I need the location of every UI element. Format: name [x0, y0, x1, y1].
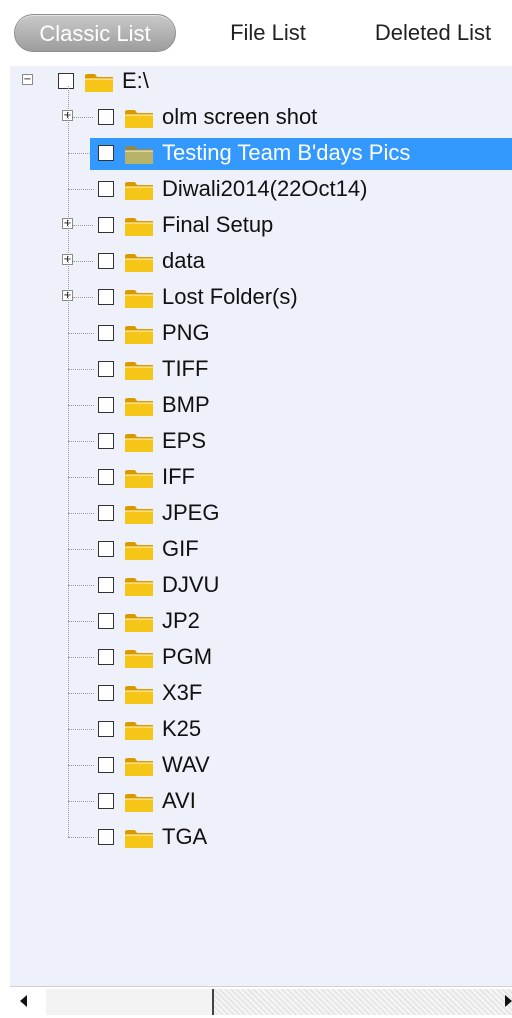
tree-connector-line [68, 369, 94, 370]
folder-icon [124, 359, 154, 381]
folder-checkbox[interactable] [98, 613, 114, 629]
folder-checkbox[interactable] [98, 181, 114, 197]
tree-connector-line [68, 729, 94, 730]
folder-label: TIFF [162, 356, 209, 381]
folder-checkbox[interactable] [98, 397, 114, 413]
folder-checkbox[interactable] [58, 73, 74, 89]
folder-label: DJVU [162, 572, 220, 597]
minus-box-icon[interactable]: − [22, 74, 33, 85]
folder-icon [124, 503, 154, 525]
folder-checkbox[interactable] [98, 721, 114, 737]
tree-connector-line [68, 837, 94, 838]
tree-connector-line [68, 405, 94, 406]
tab-file-list[interactable]: File List [210, 14, 326, 52]
arrow-left-icon[interactable] [20, 995, 27, 1007]
folder-checkbox[interactable] [98, 361, 114, 377]
arrow-right-icon[interactable] [505, 995, 512, 1007]
tree-connector-line [68, 693, 94, 694]
folder-icon [124, 683, 154, 705]
folder-checkbox[interactable] [98, 829, 114, 845]
folder-icon [124, 539, 154, 561]
folder-checkbox[interactable] [98, 217, 114, 233]
tree-connector-line [68, 513, 94, 514]
tree-connector-line [73, 117, 93, 118]
folder-icon [124, 143, 154, 165]
folder-icon [124, 647, 154, 669]
folder-label: olm screen shot [162, 104, 318, 129]
folder-label: PGM [162, 644, 213, 669]
folder-checkbox[interactable] [98, 325, 114, 341]
folder-checkbox[interactable] [98, 433, 114, 449]
folder-label: BMP [162, 392, 210, 417]
folder-checkbox[interactable] [98, 469, 114, 485]
tree-root[interactable]: − E:\ [10, 66, 512, 96]
folder-label: GIF [162, 536, 199, 561]
folder-checkbox[interactable] [98, 757, 114, 773]
tree-connector-line [68, 441, 94, 442]
folder-checkbox[interactable] [98, 145, 114, 161]
tree-connector-line [68, 585, 94, 586]
tree-connector-line [68, 86, 69, 837]
folder-checkbox[interactable] [98, 253, 114, 269]
folder-checkbox[interactable] [98, 685, 114, 701]
tab-deleted-list[interactable]: Deleted List [360, 14, 506, 52]
folder-icon [124, 287, 154, 309]
folder-label: Lost Folder(s) [162, 284, 298, 309]
tree-connector-line [68, 477, 94, 478]
folder-label: WAV [162, 752, 210, 777]
tree-connector-line [73, 261, 93, 262]
folder-label: Final Setup [162, 212, 274, 237]
folder-label: X3F [162, 680, 203, 705]
tree-connector-line [68, 765, 94, 766]
tree-connector-line [68, 657, 94, 658]
folder-icon [124, 431, 154, 453]
tree-connector-line [68, 549, 94, 550]
tree-connector-line [68, 189, 94, 190]
folder-checkbox[interactable] [98, 289, 114, 305]
folder-icon [124, 791, 154, 813]
folder-label: JP2 [162, 608, 200, 633]
folder-icon [124, 251, 154, 273]
tree-connector-line [68, 333, 94, 334]
folder-label: E:\ [122, 68, 149, 93]
folder-label: IFF [162, 464, 195, 489]
folder-icon [124, 395, 154, 417]
folder-icon [84, 71, 114, 93]
tree-connector-line [73, 225, 93, 226]
tree-connector-line [68, 621, 94, 622]
scroll-thumb[interactable] [46, 989, 214, 1015]
folder-icon [124, 827, 154, 849]
folder-icon [124, 575, 154, 597]
folder-icon [124, 323, 154, 345]
folder-icon [124, 755, 154, 777]
folder-label: K25 [162, 716, 202, 741]
folder-checkbox[interactable] [98, 541, 114, 557]
tree-connector-line [68, 801, 94, 802]
folder-icon [124, 215, 154, 237]
folder-label: EPS [162, 428, 207, 453]
folder-label: PNG [162, 320, 210, 345]
folder-icon [124, 467, 154, 489]
folder-label: TGA [162, 824, 208, 849]
folder-checkbox[interactable] [98, 505, 114, 521]
folder-label: JPEG [162, 500, 220, 525]
folder-checkbox[interactable] [98, 109, 114, 125]
folder-tree: − E:\ + olm screen shot Testing Team B'days … [10, 66, 512, 986]
folder-checkbox[interactable] [98, 649, 114, 665]
folder-icon [124, 179, 154, 201]
horizontal-scrollbar[interactable] [10, 986, 512, 1018]
folder-label: AVI [162, 788, 196, 813]
tab-classic-list[interactable]: Classic List [14, 14, 176, 52]
folder-label: data [162, 248, 205, 273]
tree-connector-line [68, 153, 94, 154]
folder-icon [124, 107, 154, 129]
folder-icon [124, 611, 154, 633]
tree-connector-line [73, 297, 93, 298]
tab-bar: Classic List File List Deleted List [0, 0, 512, 66]
folder-label: Testing Team B'days Pics [162, 140, 411, 165]
folder-checkbox[interactable] [98, 577, 114, 593]
folder-label: Diwali2014(22Oct14) [162, 176, 368, 201]
folder-icon [124, 719, 154, 741]
folder-checkbox[interactable] [98, 793, 114, 809]
